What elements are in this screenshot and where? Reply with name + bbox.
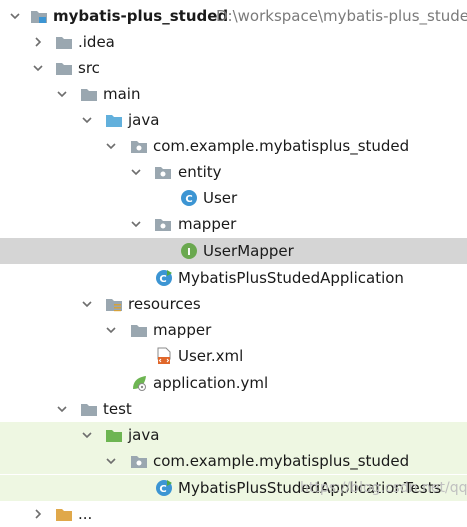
tree-row-idea[interactable]: .idea: [0, 29, 467, 55]
spring-leaf-icon: [133, 376, 146, 391]
package-label-test: com.example.mybatisplus_studed: [153, 452, 410, 470]
test-folder-icon: [106, 430, 122, 442]
interface-label-user-mapper: UserMapper: [203, 242, 294, 260]
tree-row-test[interactable]: test: [0, 396, 467, 422]
folder-label-main: main: [103, 85, 141, 103]
tree-row-java[interactable]: java: [0, 107, 467, 133]
source-folder-icon: [106, 115, 122, 127]
folder-label-java: java: [128, 111, 160, 129]
package-icon: [155, 167, 171, 179]
chevron-down-icon[interactable]: [106, 456, 116, 466]
package-icon: [155, 219, 171, 231]
folder-icon: [131, 325, 147, 337]
folder-label-src: src: [78, 59, 100, 77]
chevron-down-icon[interactable]: [57, 89, 67, 99]
chevron-down-icon[interactable]: [82, 115, 92, 125]
chevron-down-icon[interactable]: [106, 325, 116, 335]
chevron-right-icon[interactable]: [33, 37, 43, 47]
folder-label-partial: ...: [78, 505, 93, 523]
tree-row-test-class[interactable]: C MybatisPlusStudedApplicationTests http…: [0, 475, 467, 501]
package-icon: [131, 456, 147, 468]
package-icon: [131, 141, 147, 153]
tree-row-app-yml[interactable]: application.yml: [0, 370, 467, 396]
folder-label-resources: resources: [128, 295, 201, 313]
tree-row-mapper-package[interactable]: mapper: [0, 211, 467, 237]
class-label-app: MybatisPlusStudedApplication: [178, 269, 404, 287]
folder-icon: [56, 63, 72, 75]
folder-icon: [81, 404, 97, 416]
tree-row-user-class[interactable]: C User: [0, 185, 467, 211]
svg-text:I: I: [187, 247, 191, 258]
chevron-down-icon[interactable]: [131, 167, 141, 177]
interface-icon: I: [181, 243, 197, 259]
svg-text:C: C: [159, 484, 166, 495]
module-folder-icon: [31, 11, 47, 23]
chevron-down-icon[interactable]: [10, 11, 20, 21]
tree-row-src[interactable]: src: [0, 55, 467, 81]
folder-label-test: test: [103, 400, 132, 418]
chevron-down-icon[interactable]: [131, 219, 141, 229]
tree-row-test-package[interactable]: com.example.mybatisplus_studed: [0, 448, 467, 474]
tree-row-package[interactable]: com.example.mybatisplus_studed: [0, 133, 467, 159]
file-label-user-xml: User.xml: [178, 347, 244, 365]
folder-icon: [56, 37, 72, 49]
tree-row-resources[interactable]: resources: [0, 291, 467, 317]
chevron-down-icon[interactable]: [57, 404, 67, 414]
tree-row-test-java[interactable]: java: [0, 422, 467, 448]
chevron-down-icon[interactable]: [82, 299, 92, 309]
class-icon: C: [181, 190, 197, 206]
svg-text:C: C: [185, 194, 192, 205]
tree-row-main[interactable]: main: [0, 81, 467, 107]
tree-row-entity[interactable]: entity: [0, 159, 467, 185]
folder-icon: [81, 89, 97, 101]
tree-row-user-xml[interactable]: User.xml: [0, 343, 467, 369]
folder-icon: [56, 509, 72, 521]
watermark-text: https://blog.csdn.net/qq_43...26: [300, 480, 467, 496]
chevron-down-icon[interactable]: [106, 141, 116, 151]
project-name: mybatis-plus_studed: [53, 7, 229, 25]
runnable-class-icon: C: [156, 270, 172, 286]
file-label-app-yml: application.yml: [153, 374, 269, 392]
tree-row-project-root[interactable]: mybatis-plus_studed D:\workspace\mybatis…: [0, 3, 467, 29]
tree-row-user-mapper[interactable]: I UserMapper: [0, 238, 467, 264]
svg-text:C: C: [159, 274, 166, 285]
chevron-down-icon[interactable]: [33, 63, 43, 73]
tree-row-res-mapper[interactable]: mapper: [0, 317, 467, 343]
class-label-user: User: [203, 189, 238, 207]
project-path: D:\workspace\mybatis-plus_studed: [216, 7, 467, 25]
folder-label-test-java: java: [128, 426, 160, 444]
package-label: com.example.mybatisplus_studed: [153, 137, 410, 155]
tree-row-app-class[interactable]: C MybatisPlusStudedApplication: [0, 265, 467, 291]
project-tree: mybatis-plus_studed D:\workspace\mybatis…: [0, 0, 467, 523]
runnable-class-icon: C: [156, 480, 172, 496]
tree-row-partial[interactable]: ...: [0, 501, 467, 527]
xml-file-icon: [157, 347, 171, 364]
folder-label-res-mapper: mapper: [153, 321, 212, 339]
resources-folder-icon: [106, 299, 122, 312]
package-label-entity: entity: [178, 163, 222, 181]
chevron-down-icon[interactable]: [82, 430, 92, 440]
package-label-mapper: mapper: [178, 215, 237, 233]
folder-label-idea: .idea: [78, 33, 115, 51]
